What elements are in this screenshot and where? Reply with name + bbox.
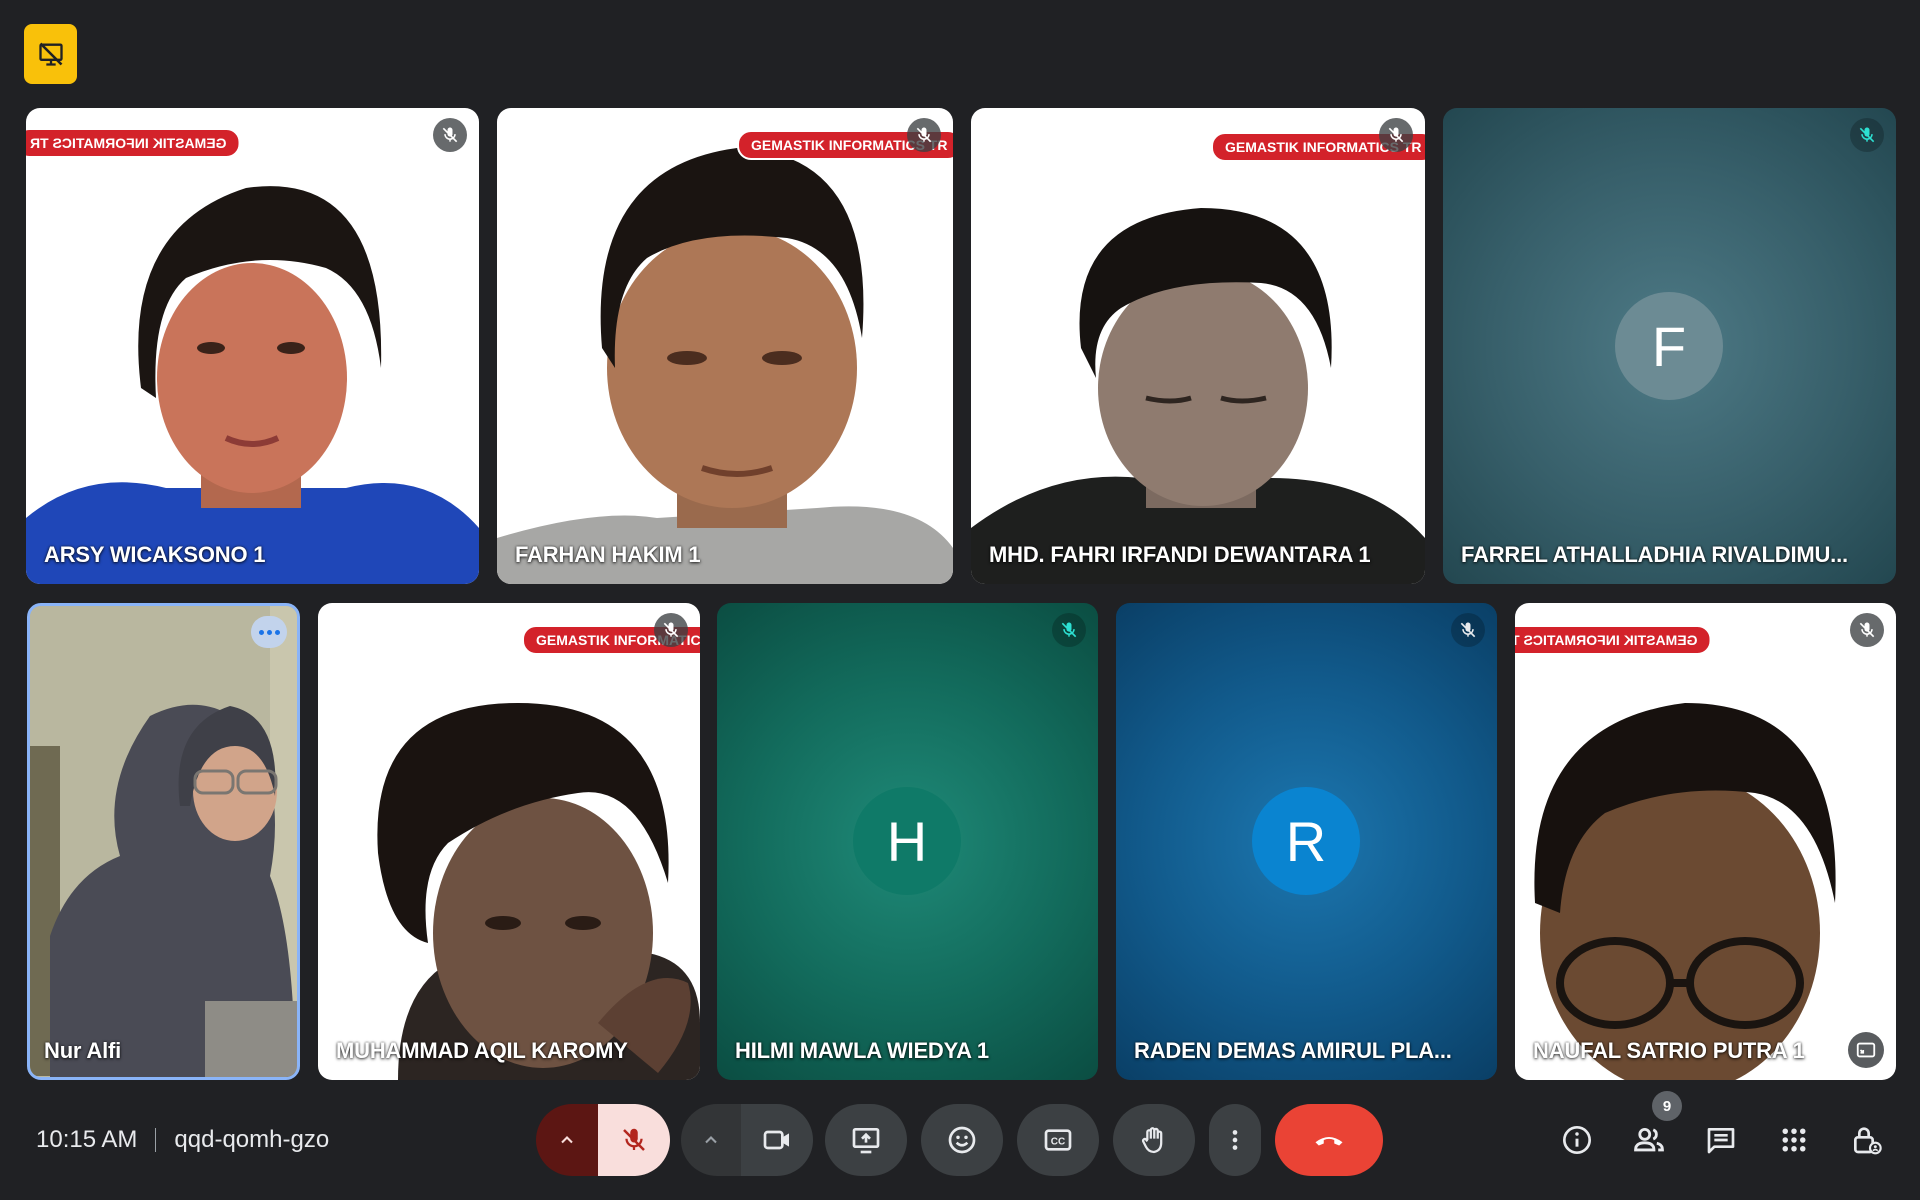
- more-options-button[interactable]: [1209, 1104, 1261, 1176]
- mic-off-icon: [622, 1127, 646, 1152]
- participant-tile[interactable]: GEMASTIK INFORMATICS TR NAUFAL SATRIO PU…: [1515, 603, 1896, 1080]
- participant-name: ARSY WICAKSONO 1: [44, 542, 266, 567]
- chat-icon: [1707, 1128, 1735, 1154]
- camera-options-button[interactable]: [681, 1104, 741, 1176]
- mic-off-icon: [1451, 613, 1485, 647]
- camera-control: [681, 1104, 813, 1176]
- participant-avatar: H: [853, 787, 961, 895]
- host-controls-button[interactable]: [1842, 1116, 1890, 1164]
- activities-button[interactable]: [1770, 1116, 1818, 1164]
- participant-video: [1534, 703, 1836, 1080]
- hand-icon: [1142, 1127, 1163, 1154]
- info-icon: [1563, 1126, 1591, 1154]
- chat-button[interactable]: [1697, 1116, 1745, 1164]
- participant-name: MHD. FAHRI IRFANDI DEWANTARA 1: [989, 542, 1371, 567]
- more-options-button[interactable]: [251, 616, 287, 648]
- participant-tile[interactable]: GEMASTIK INFORMATICS TR MUHAMMAD AQIL KA…: [318, 603, 700, 1080]
- raise-hand-button[interactable]: [1113, 1104, 1195, 1176]
- picture-in-picture-icon: [1856, 1042, 1876, 1058]
- present-button[interactable]: [825, 1104, 907, 1176]
- participant-name: Nur Alfi: [44, 1038, 122, 1063]
- microphone-control: [536, 1104, 670, 1176]
- mic-off-icon: [1850, 118, 1884, 152]
- participant-video: [26, 186, 479, 584]
- presentation-indicator[interactable]: [24, 24, 77, 84]
- lock-person-icon: [1854, 1127, 1882, 1155]
- mic-toggle-button[interactable]: [598, 1104, 670, 1176]
- participant-tile[interactable]: H HILMI MAWLA WIEDYA 1: [717, 603, 1098, 1080]
- participant-name: RADEN DEMAS AMIRUL PLA...: [1134, 1038, 1452, 1063]
- svg-text:CC: CC: [1051, 1137, 1065, 1148]
- mic-off-icon: [1052, 613, 1086, 647]
- people-icon: [1634, 1127, 1664, 1152]
- captions-button[interactable]: CC: [1017, 1104, 1099, 1176]
- mic-off-icon: [654, 613, 688, 647]
- participant-tile[interactable]: GEMASTIK INFORMATICS TR ARSY WICAKSONO 1: [26, 108, 479, 584]
- closed-captions-icon: CC: [1044, 1129, 1072, 1151]
- mic-off-icon: [1850, 613, 1884, 647]
- participant-video: [497, 148, 953, 584]
- meeting-code: qqd-qomh-gzo: [174, 1126, 330, 1153]
- watermark-banner: GEMASTIK INFORMATICS TR: [1515, 625, 1712, 655]
- participant-tile[interactable]: R RADEN DEMAS AMIRUL PLA...: [1116, 603, 1497, 1080]
- mic-off-icon: [1379, 118, 1413, 152]
- participant-tile[interactable]: GEMASTIK INFORMATICS TR FARHAN HAKIM 1: [497, 108, 953, 584]
- more-vert-icon: [1232, 1130, 1238, 1150]
- picture-in-picture-button[interactable]: [1848, 1032, 1884, 1068]
- participant-name: FARREL ATHALLADHIA RIVALDIMU...: [1461, 542, 1848, 567]
- participant-name: FARHAN HAKIM 1: [515, 542, 701, 567]
- chevron-up-icon: [705, 1136, 717, 1144]
- call-end-icon: [1315, 1137, 1343, 1146]
- participant-video: [971, 208, 1425, 584]
- watermark-banner: GEMASTIK INFORMATICS TR: [26, 128, 241, 158]
- meeting-info: 10:15 AM qqd-qomh-gzo: [36, 1118, 329, 1162]
- participant-tile-self[interactable]: Nur Alfi: [27, 603, 300, 1080]
- participant-avatar: F: [1615, 292, 1723, 400]
- participant-tile[interactable]: F FARREL ATHALLADHIA RIVALDIMU...: [1443, 108, 1896, 584]
- reactions-button[interactable]: [921, 1104, 1003, 1176]
- videocam-icon: [763, 1130, 789, 1150]
- participant-name: HILMI MAWLA WIEDYA 1: [735, 1038, 989, 1063]
- meeting-time: 10:15 AM: [36, 1126, 138, 1153]
- emoji-icon: [948, 1126, 976, 1154]
- participant-name: MUHAMMAD AQIL KAROMY: [336, 1038, 628, 1063]
- apps-grid-icon: [1782, 1128, 1806, 1152]
- participant-avatar: R: [1252, 787, 1360, 895]
- participant-count-badge: 9: [1652, 1091, 1682, 1121]
- meeting-details-button[interactable]: [1553, 1116, 1601, 1164]
- mic-off-icon: [907, 118, 941, 152]
- presentation-off-icon: [38, 42, 63, 66]
- present-screen-icon: [852, 1128, 880, 1154]
- divider: [155, 1128, 157, 1152]
- participant-video: [30, 606, 297, 1077]
- mic-options-button[interactable]: [536, 1104, 598, 1176]
- camera-toggle-button[interactable]: [741, 1104, 813, 1176]
- participant-name: NAUFAL SATRIO PUTRA 1: [1533, 1038, 1805, 1063]
- participant-video: [377, 703, 700, 1080]
- chevron-up-icon: [561, 1136, 573, 1144]
- leave-call-button[interactable]: [1275, 1104, 1383, 1176]
- people-button[interactable]: [1625, 1116, 1673, 1164]
- participant-tile[interactable]: GEMASTIK INFORMATICS TR MHD. FAHRI IRFAN…: [971, 108, 1425, 584]
- mic-off-icon: [433, 118, 467, 152]
